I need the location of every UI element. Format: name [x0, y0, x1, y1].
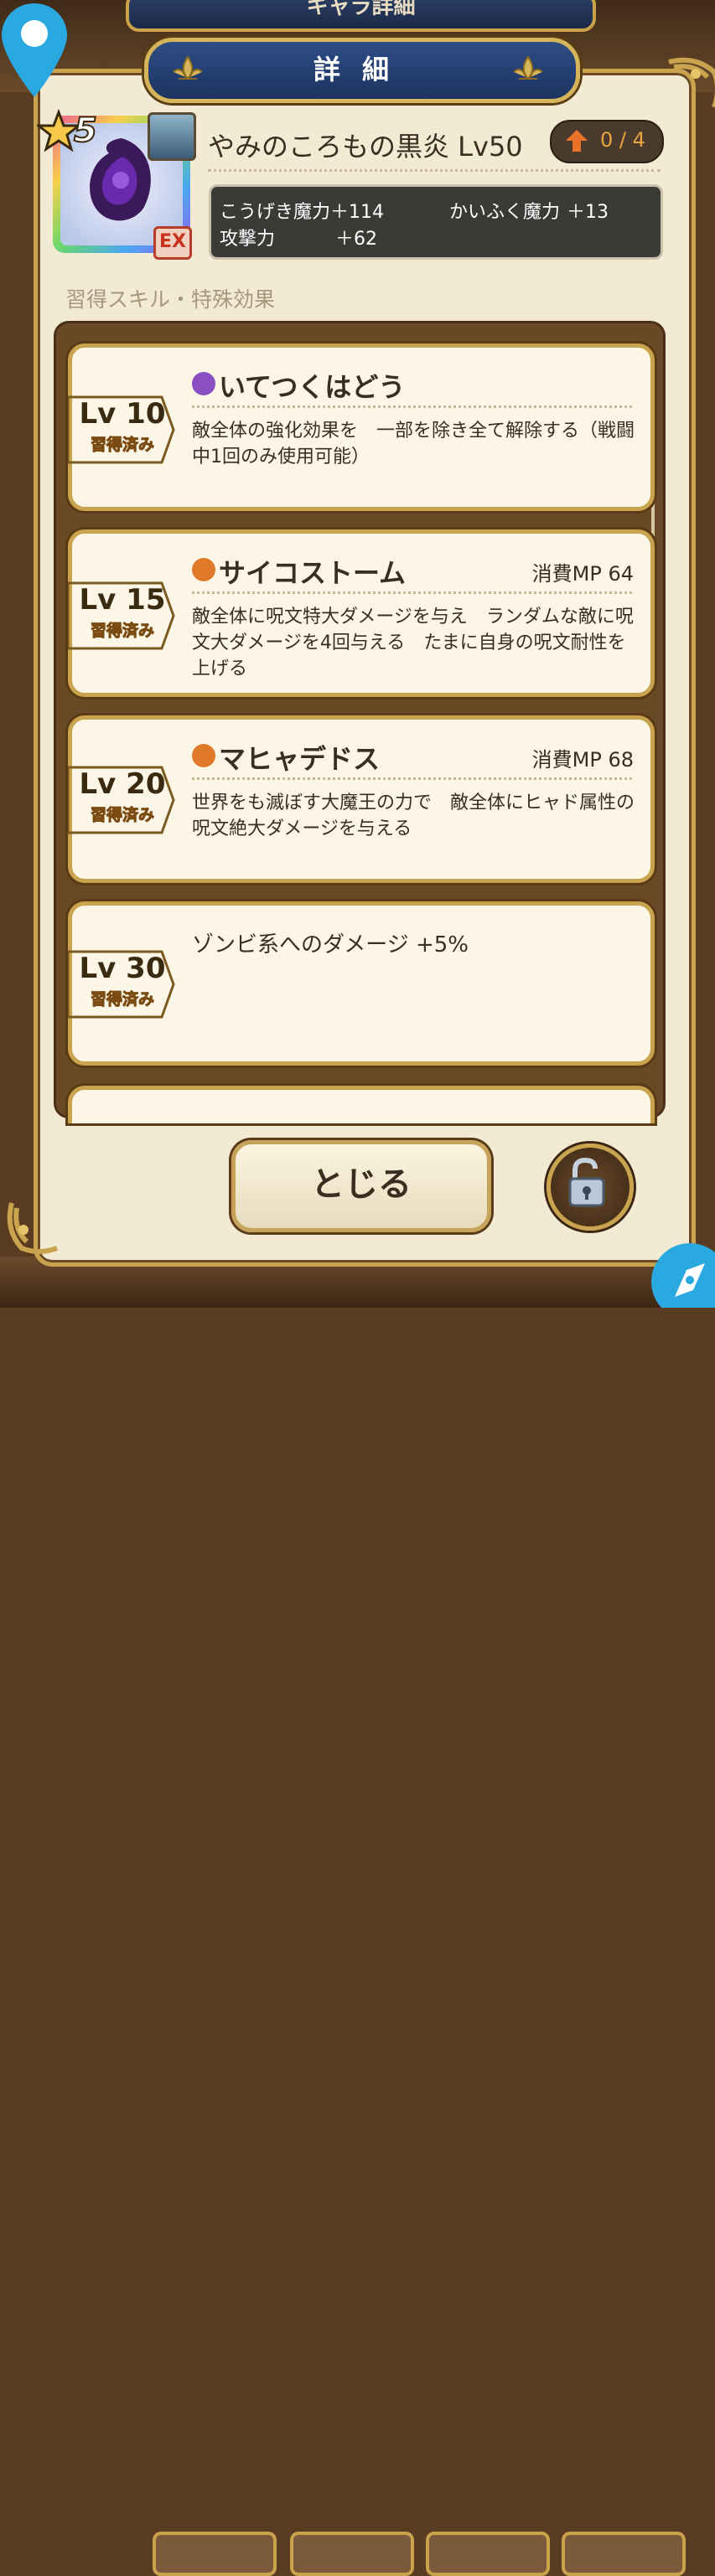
learned-status: 習得済み — [90, 622, 154, 641]
character-thumbnail[interactable] — [290, 2532, 414, 2576]
level-tag: Lv 30 習得済み — [68, 950, 175, 1019]
skill-type-orb-icon — [192, 744, 215, 767]
level-text: Lv 15 — [79, 583, 166, 617]
skill-name: いてつくはどう — [219, 371, 406, 403]
level-text: Lv 30 — [79, 952, 166, 985]
skill-mp-cost: 消費MP 64 — [531, 562, 634, 586]
rarity-value: 5 — [73, 111, 98, 151]
character-thumbnail[interactable] — [426, 2532, 550, 2576]
learned-status: 習得済み — [90, 990, 154, 1009]
stat-value: ＋114 — [330, 202, 384, 223]
skill-card — [68, 1086, 655, 1123]
skill-description: 世界をも滅ぼす大魔王の力で 敵全体にヒャド属性の 呪文絶大ダメージを与える — [192, 792, 654, 839]
ex-badge: EX — [153, 226, 192, 260]
stat-value: ＋13 — [567, 202, 609, 223]
level-text: Lv 10 — [79, 397, 166, 431]
skill-name: マヒャデドス — [219, 743, 381, 775]
upgrade-counter: 0 / 4 — [550, 120, 664, 163]
stat-label: 攻撃力 — [220, 229, 276, 250]
item-name: やみのころもの黒炎 Lv50 — [208, 131, 523, 163]
skill-description: 敵全体の強化効果を 一部を除き全て解除する（戦闘中1回のみ使用可能） — [192, 421, 635, 467]
stats-box: こうげき魔力 ＋114 かいふく魔力 ＋13 攻撃力 ＋62 — [209, 184, 663, 260]
divider — [208, 169, 661, 172]
skill-mp-cost: 消費MP 68 — [531, 748, 634, 772]
unlocked-padlock-icon — [568, 1157, 605, 1207]
skill-description: 敵全体に呪文特大ダメージを与え ランダムな敵に呪文大ダメージを4回与える たまに… — [192, 607, 634, 679]
divider — [192, 591, 632, 594]
fleur-de-lis-icon — [513, 55, 543, 80]
level-tag: Lv 20 習得済み — [68, 766, 175, 834]
level-tag: Lv 15 習得済み — [68, 581, 175, 650]
ornament-corner-icon — [668, 57, 715, 108]
learned-status: 習得済み — [90, 436, 154, 455]
title-plate: 詳細 — [144, 38, 580, 103]
upgrade-count: 0 / 4 — [600, 128, 645, 152]
character-thumbnail[interactable] — [153, 2532, 277, 2576]
character-thumbnail[interactable] — [562, 2532, 686, 2576]
stat-label: こうげき魔力 — [220, 202, 331, 223]
close-button[interactable]: とじる — [231, 1140, 491, 1232]
stat-value: ＋62 — [335, 229, 377, 250]
skill-type-orb-icon — [192, 372, 215, 395]
skill-type-orb-icon — [192, 558, 215, 581]
stat-label: かいふく魔力 — [449, 202, 561, 223]
divider — [192, 405, 632, 408]
skill-name: ゾンビ系へのダメージ +5% — [192, 932, 469, 958]
compass-icon[interactable] — [650, 1238, 715, 1308]
level-text: Lv 20 — [79, 767, 166, 801]
ornament-corner-icon — [7, 1202, 59, 1254]
learned-status: 習得済み — [90, 806, 154, 825]
character-portrait[interactable] — [148, 112, 196, 161]
section-label: 習得スキル・特殊効果 — [65, 287, 276, 312]
level-tag: Lv 10 習得済み — [68, 395, 175, 464]
lock-button[interactable] — [547, 1143, 634, 1231]
map-pin-icon[interactable] — [0, 0, 69, 101]
divider — [192, 777, 632, 780]
skill-name: サイコストーム — [219, 557, 407, 589]
up-arrow-icon — [566, 130, 588, 152]
background-title: キャラ詳細 — [126, 0, 596, 32]
